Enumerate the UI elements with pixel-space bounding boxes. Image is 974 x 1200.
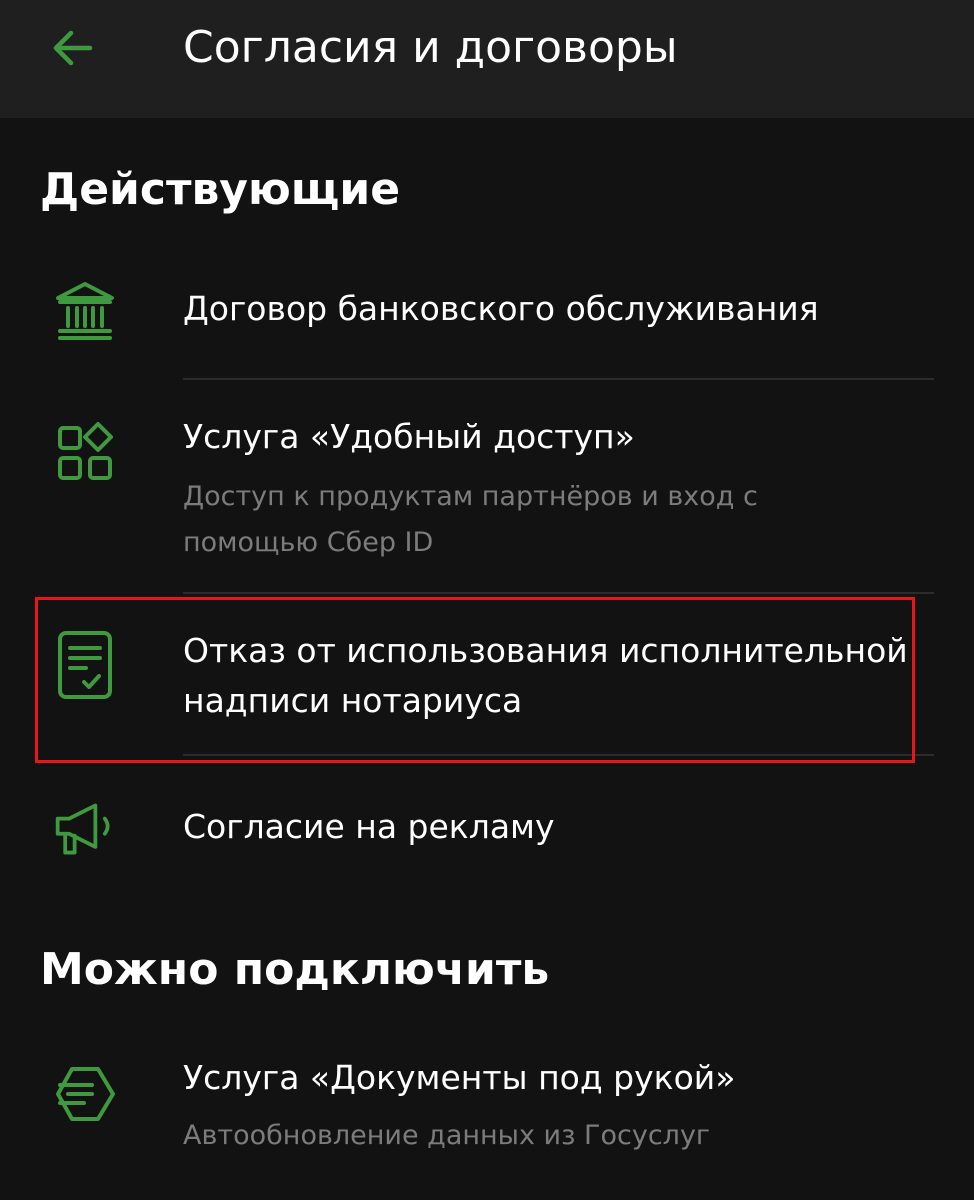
item-title: Услуга «Документы под рукой» <box>183 1058 736 1097</box>
item-subtitle: Доступ к продуктам партнёров и вход с по… <box>183 481 758 558</box>
page-title: Согласия и договоры <box>183 22 678 73</box>
item-title: Отказ от использования исполнительной на… <box>183 631 908 720</box>
back-button[interactable] <box>40 18 104 78</box>
bank-icon <box>52 276 118 342</box>
section-title-available: Можно подключить <box>40 944 550 995</box>
list-item-convenient-access[interactable]: Услуга «Удобный доступ» Доступ к продукт… <box>0 380 974 592</box>
apps-icon <box>52 420 118 486</box>
app-header: Согласия и договоры <box>0 0 974 118</box>
item-title: Договор банковского обслуживания <box>183 289 819 328</box>
divider <box>183 754 934 756</box>
list-item-ad-consent[interactable]: Согласие на рекламу <box>0 770 974 890</box>
item-title: Согласие на рекламу <box>183 807 555 846</box>
list-item-notary-refusal[interactable]: Отказ от использования исполнительной на… <box>0 594 974 754</box>
megaphone-icon <box>52 796 118 862</box>
item-title: Услуга «Удобный доступ» <box>183 417 635 456</box>
arrow-left-icon <box>53 30 93 66</box>
list-item-banking-agreement[interactable]: Договор банковского обслуживания <box>0 268 974 378</box>
document-check-icon <box>52 631 118 699</box>
item-subtitle: Автообновление данных из Госуслуг <box>183 1120 711 1151</box>
section-title-active: Действующие <box>40 164 401 215</box>
documents-hexagon-icon <box>52 1061 118 1127</box>
list-item-documents-at-hand[interactable]: Услуга «Документы под рукой» Автообновле… <box>0 1045 974 1195</box>
